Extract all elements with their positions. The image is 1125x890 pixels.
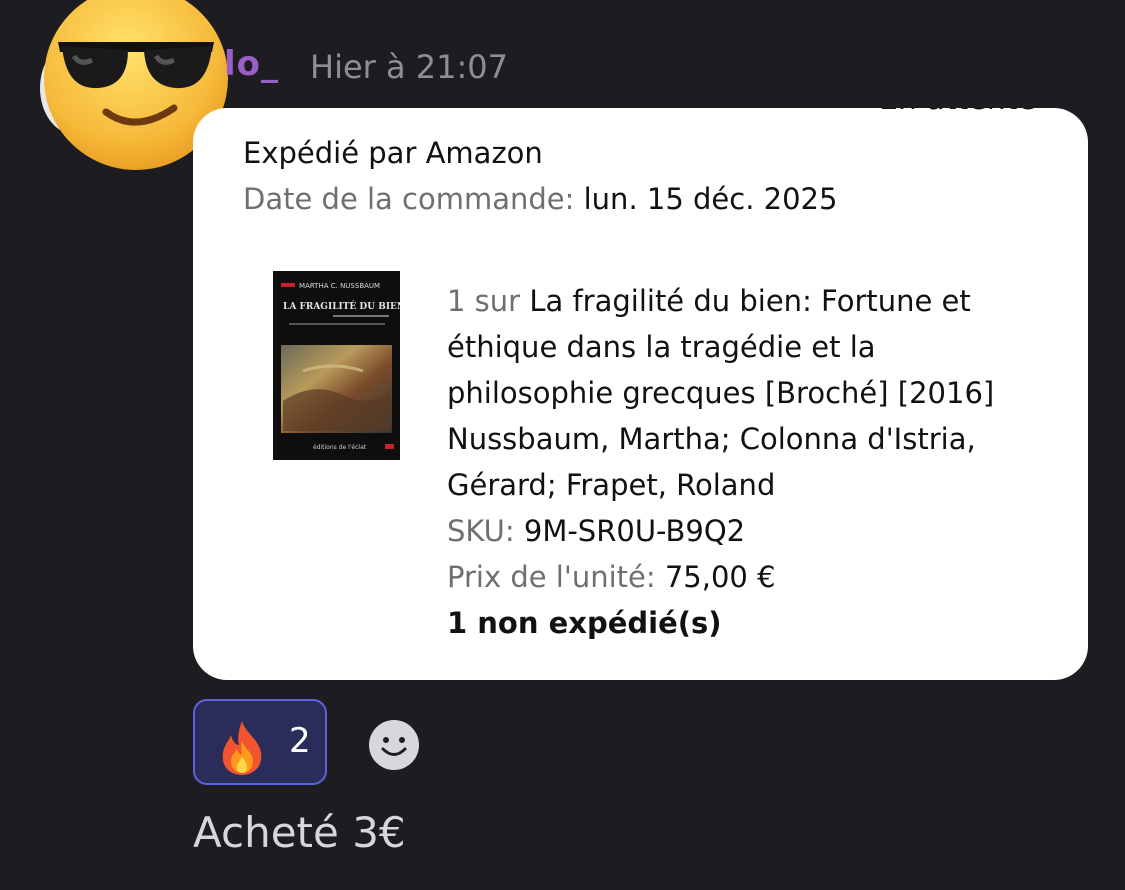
cover-publisher: éditions de l'éclat xyxy=(313,444,367,451)
order-screenshot-card[interactable]: En attente Expédié par Amazon Date de la… xyxy=(193,108,1088,680)
message-text: Acheté 3€ xyxy=(193,808,406,857)
cover-author: MARTHA C. NUSSBAUM xyxy=(299,282,380,290)
order-item-details: 1 sur La fragilité du bien: Fortune et é… xyxy=(447,278,1047,646)
item-title-line-1[interactable]: 1 sur La fragilité du bien: Fortune et xyxy=(447,278,1047,324)
sku: SKU: 9M-SR0U-B9Q2 xyxy=(447,508,1047,554)
not-shipped-status: 1 non expédié(s) xyxy=(447,606,722,640)
sku-label: SKU: xyxy=(447,514,515,548)
message-timestamp: Hier à 21:07 xyxy=(310,48,508,86)
fire-emoji-icon xyxy=(222,721,262,775)
quantity-label: 1 sur xyxy=(447,284,521,318)
item-authors-line-2: Gérard; Frapet, Roland xyxy=(447,468,776,502)
book-cover-image: MARTHA C. NUSSBAUM LA FRAGILITÉ DU BIEN … xyxy=(273,271,400,460)
item-title-line-2: éthique dans la tragédie et la xyxy=(447,330,876,364)
reaction-fire[interactable]: 2 xyxy=(193,699,327,785)
unit-price: Prix de l'unité: 75,00 € xyxy=(447,554,1047,600)
item-authors-line-1: Nussbaum, Martha; Colonna d'Istria, xyxy=(447,422,976,456)
smiley-icon[interactable] xyxy=(367,718,421,772)
order-date-label: Date de la commande: xyxy=(243,182,575,216)
order-date-value: lun. 15 déc. 2025 xyxy=(583,182,838,216)
item-title-line-3: philosophie grecques [Broché] [2016] xyxy=(447,376,995,410)
order-date: Date de la commande: lun. 15 déc. 2025 xyxy=(243,182,837,216)
unit-price-value: 75,00 € xyxy=(664,560,776,594)
username[interactable]: lo_ xyxy=(224,44,279,84)
sku-value: 9M-SR0U-B9Q2 xyxy=(523,514,746,548)
cover-title: LA FRAGILITÉ DU BIEN xyxy=(283,300,400,312)
reaction-count: 2 xyxy=(289,721,311,761)
unit-price-label: Prix de l'unité: xyxy=(447,560,656,594)
order-status-text: En attente xyxy=(879,108,1036,117)
item-title: La fragilité du bien: Fortune et xyxy=(529,284,971,318)
shipped-by-text: Expédié par Amazon xyxy=(243,136,543,170)
